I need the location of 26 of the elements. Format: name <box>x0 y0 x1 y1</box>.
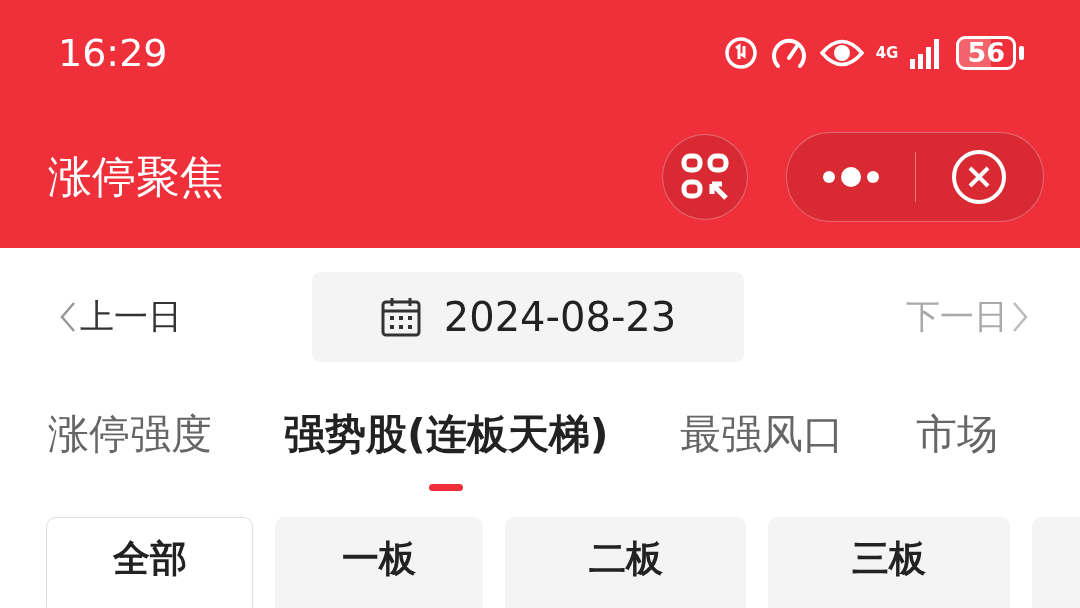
chevron-left-icon <box>60 301 76 333</box>
scan-icon <box>681 153 729 201</box>
chevron-right-icon <box>1012 301 1028 333</box>
more-icon <box>821 166 880 188</box>
tab[interactable]: 最强风口 <box>680 382 845 498</box>
previous-day-link[interactable]: 上一日 <box>60 294 182 340</box>
filter-chip[interactable]: 二板 <box>505 517 746 608</box>
battery-tip-icon <box>1019 46 1024 60</box>
date-picker[interactable]: 2024-08-23 <box>312 272 744 362</box>
clock-time: 16:29 <box>58 31 168 75</box>
tab[interactable]: 市场 <box>916 382 999 498</box>
tab[interactable]: 强势股(连板天梯) <box>284 382 609 498</box>
speedometer-icon <box>769 36 808 70</box>
network-type: 4G <box>875 45 899 61</box>
filter-chip[interactable]: 三板 <box>768 517 1010 608</box>
battery-level: 56 <box>956 36 1016 70</box>
date-text: 2024-08-23 <box>443 294 677 340</box>
eye-icon <box>819 38 864 68</box>
filter-chip[interactable]: 一板 <box>275 517 483 608</box>
close-icon <box>951 149 1008 205</box>
tab-indicator <box>429 484 464 492</box>
data-saver-icon <box>723 36 758 70</box>
page-title: 涨停聚焦 <box>48 149 224 204</box>
calendar-icon <box>379 296 422 338</box>
tab[interactable]: 涨停强度 <box>48 382 212 498</box>
filter-chip[interactable]: 全部 <box>46 517 253 608</box>
